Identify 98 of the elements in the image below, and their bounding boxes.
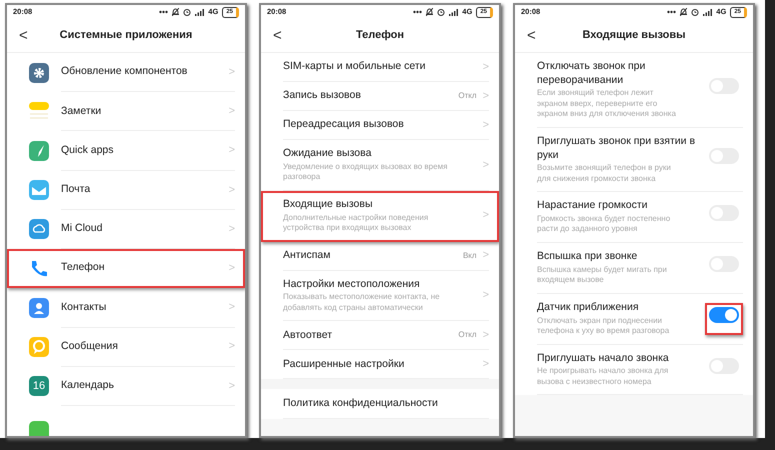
- chevron-icon: >: [482, 58, 489, 76]
- chevron-icon: >: [228, 338, 235, 355]
- item-label: Приглушать звонок при взятии в руки: [537, 135, 696, 162]
- menu-item[interactable]: SIM-карты и мобильные сети >: [261, 53, 499, 82]
- menu-item[interactable]: Ожидание вызова Уведомление о входящих вызовах во время разговора >: [261, 140, 499, 191]
- chat-bubble-icon: [29, 337, 49, 358]
- chevron-icon: >: [228, 103, 235, 120]
- muted-bell-icon: [680, 8, 688, 16]
- back-button[interactable]: <: [527, 28, 536, 43]
- chevron-icon: >: [228, 260, 235, 276]
- item-label: Переадресация вызовов: [283, 118, 405, 132]
- menu-item[interactable]: Настройки местоположения Показывать местоположение контакта, не добавлять код страны автоматически >: [261, 270, 499, 322]
- chevron-icon: >: [482, 156, 489, 174]
- chevron-icon: >: [228, 220, 235, 238]
- menu-item[interactable]: Переадресация вызовов >: [261, 111, 499, 140]
- item-label: Контакты: [61, 300, 108, 314]
- chevron-icon: >: [482, 88, 489, 104]
- back-button[interactable]: <: [19, 28, 28, 43]
- item-label: Сообщения: [61, 340, 119, 354]
- chevron-icon: >: [228, 378, 235, 394]
- item-description: Не проигрывать начало звонка для вызова с неизвестного номера: [537, 366, 670, 388]
- chevron-icon: >: [482, 327, 489, 344]
- alarm-clock-icon: [183, 8, 192, 16]
- menu-item[interactable]: Сообщения >: [7, 328, 245, 367]
- muted-bell-icon: [172, 8, 180, 16]
- screen-title: Системные приложения: [60, 28, 192, 44]
- item-value: Вкл: [462, 250, 477, 262]
- menu-item[interactable]: Mi Cloud >: [7, 210, 245, 250]
- menu-item[interactable]: Quick apps >: [7, 131, 245, 171]
- item-description: Дополнительные настройки поведения устройства при входящих вызовах: [283, 212, 430, 234]
- item-label: Настройки местоположения: [283, 278, 421, 292]
- more-dots-icon: [159, 10, 168, 14]
- more-dots-icon: [413, 10, 422, 14]
- cloud-icon: [29, 219, 49, 240]
- item-label: Вспышка при звонке: [537, 250, 638, 264]
- item-label: Отключать звонок при переворачивании: [537, 60, 646, 88]
- signal-icon: [195, 8, 204, 16]
- chevron-icon: >: [482, 116, 489, 134]
- signal-icon: [703, 8, 712, 16]
- chevron-icon: >: [228, 182, 235, 198]
- menu-item[interactable]: Обновление компонентов >: [7, 53, 245, 92]
- muted-bell-icon: [426, 8, 434, 16]
- screen-title: Телефон: [356, 28, 404, 44]
- chevron-icon: >: [228, 64, 235, 80]
- alarm-clock-icon: [437, 8, 446, 16]
- item-label: Запись вызовов: [283, 89, 362, 103]
- menu-item[interactable]: Автоответ Откл >: [261, 321, 499, 350]
- menu-item[interactable]: 16 Календарь >: [7, 366, 245, 406]
- item-label: Календарь: [61, 379, 115, 393]
- item-description: Вспышка камеры будет мигать при входящем вызове: [537, 264, 668, 286]
- back-button[interactable]: <: [273, 28, 282, 43]
- item-label: Mi Cloud: [61, 222, 104, 236]
- menu-item[interactable]: Почта >: [7, 170, 245, 210]
- item-description: Отключать экран при поднесении телефона к уху во время разговора: [537, 316, 670, 336]
- menu-item[interactable]: Контакты >: [7, 288, 245, 328]
- app-icon: [29, 420, 49, 436]
- chevron-icon: >: [482, 356, 489, 373]
- item-label: Телефон: [61, 261, 106, 276]
- item-description: Показывать местоположение контакта, не добавлять код страны автоматически: [283, 292, 441, 314]
- gear-icon: [29, 62, 49, 83]
- item-description: Уведомление о входящих вызовах во время разговора: [283, 162, 448, 183]
- item-value: Откл: [458, 90, 477, 102]
- item-label: Антиспам: [283, 248, 332, 262]
- item-description: Если звонящий телефон лежит экраном вверх, переверните его экраном вниз для отключения звонка: [537, 88, 677, 120]
- alarm-clock-icon: [691, 8, 700, 16]
- item-label: Датчик приближения: [537, 301, 640, 315]
- item-label: SIM-карты и мобильные сети: [283, 60, 427, 74]
- chevron-icon: >: [482, 287, 489, 304]
- screen-title: Входящие вызовы: [582, 28, 686, 44]
- calendar-icon: 16: [29, 376, 49, 396]
- chevron-icon: >: [228, 142, 235, 159]
- menu-item[interactable]: Телефон >: [7, 249, 245, 288]
- menu-item[interactable]: Запись вызовов Откл >: [261, 82, 499, 112]
- item-description: Громкость звонка будет постепенно расти до заданного уровня: [537, 214, 672, 235]
- item-value: Откл: [458, 329, 477, 342]
- toggle-switch[interactable]: [709, 306, 739, 323]
- envelope-icon: [29, 180, 49, 200]
- item-label: Ожидание вызова: [283, 147, 372, 161]
- item-label: Обновление компонентов: [61, 65, 188, 79]
- menu-item[interactable]: Антиспам Вкл >: [261, 242, 499, 271]
- item-description: Возьмите звонящий телефон в руки для снижения громкости звонка: [537, 163, 672, 184]
- item-label: Нарастание громкости: [537, 199, 649, 214]
- menu-item[interactable]: Входящие вызовы Дополнительные настройки поведения устройства при входящих вызовах >: [261, 190, 499, 242]
- item-label: Почта: [61, 182, 92, 197]
- item-label: Quick apps: [61, 144, 115, 158]
- chevron-icon: >: [228, 299, 235, 316]
- signal-icon: [449, 8, 458, 16]
- item-label: Входящие вызовы: [283, 198, 374, 212]
- person-icon: [29, 298, 49, 318]
- more-dots-icon: [667, 10, 676, 14]
- menu-item[interactable]: Заметки >: [7, 92, 245, 132]
- item-label: Автоответ: [283, 328, 334, 342]
- item-label: Приглушать начало звонка: [537, 352, 670, 366]
- item-label: Расширенные настройки: [283, 358, 406, 372]
- chevron-icon: >: [482, 247, 489, 264]
- chevron-icon: >: [482, 207, 489, 224]
- item-label: Заметки: [61, 104, 102, 118]
- item-label: Политика конфиденциальности: [283, 396, 439, 410]
